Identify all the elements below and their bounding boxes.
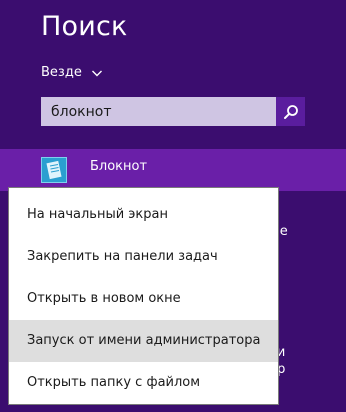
menu-item-pin-to-taskbar[interactable]: Закрепить на панели задач	[9, 236, 278, 278]
menu-item-pin-to-start[interactable]: На начальный экран	[9, 194, 278, 236]
search-button[interactable]	[276, 97, 305, 126]
context-menu: На начальный экран Закрепить на панели з…	[8, 187, 279, 405]
result-label: Блокнот	[90, 159, 148, 174]
scope-dropdown[interactable]: Везде	[41, 64, 103, 82]
magnifier-icon	[283, 104, 298, 119]
result-item-notepad[interactable]: Блокнот	[0, 149, 346, 191]
search-box	[41, 97, 305, 126]
notepad-app-icon	[41, 157, 67, 183]
scope-label: Везде	[41, 65, 82, 80]
chevron-down-icon	[91, 70, 102, 77]
search-input[interactable]	[41, 97, 276, 126]
menu-item-open-new-window[interactable]: Открыть в новом окне	[9, 278, 278, 320]
menu-item-run-as-admin[interactable]: Запуск от имени администратора	[9, 320, 278, 362]
menu-item-open-file-location[interactable]: Открыть папку с файлом	[9, 362, 278, 404]
page-title: Поиск	[41, 11, 128, 42]
